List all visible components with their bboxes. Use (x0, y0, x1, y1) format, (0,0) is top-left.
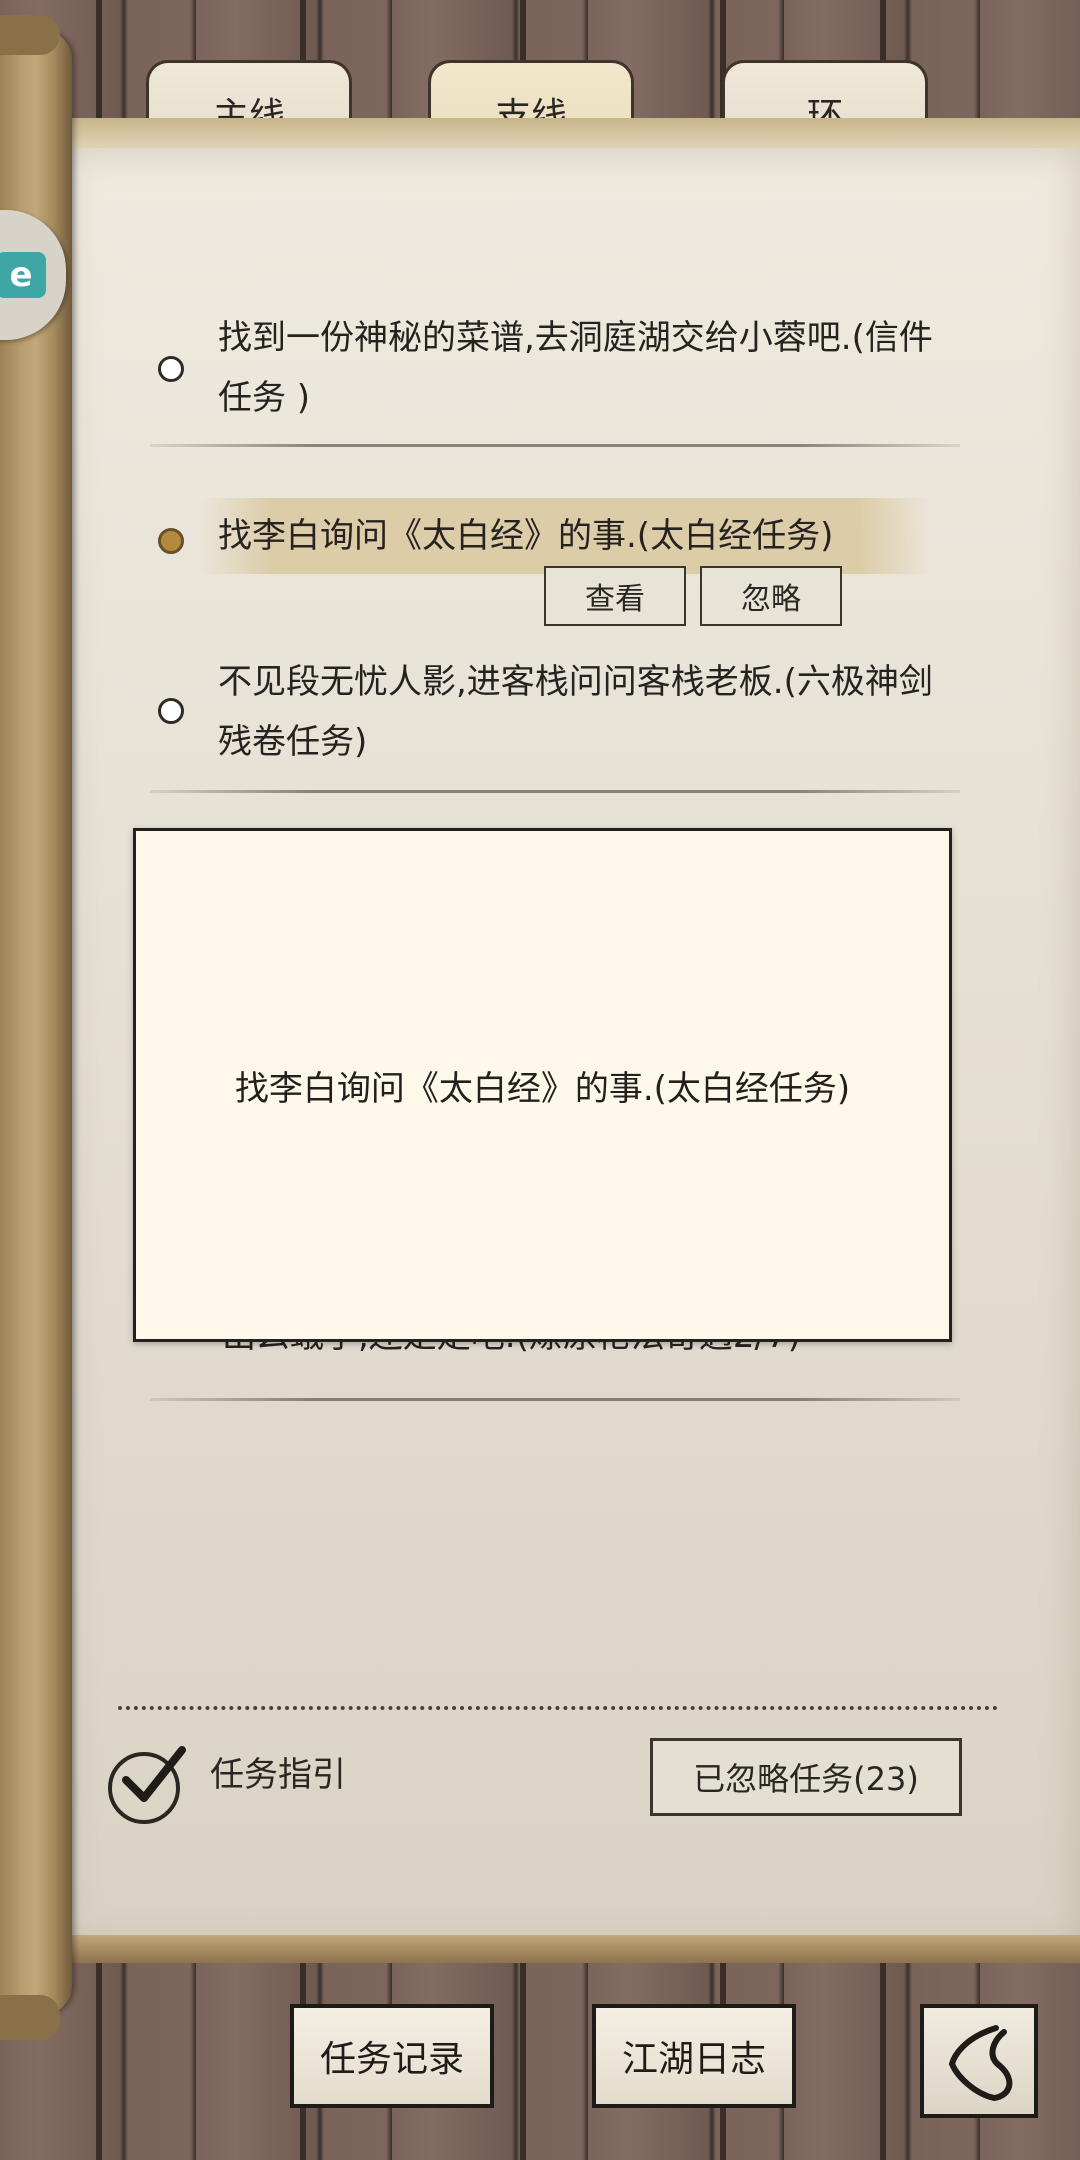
scroll-roller-cap (0, 15, 60, 55)
ignored-quests-button[interactable]: 已忽略任务(23) (650, 1738, 962, 1816)
back-button[interactable] (920, 2004, 1038, 2118)
quest-bullet-icon (158, 698, 184, 724)
dotted-divider (118, 1706, 998, 1710)
quest-guide-label: 任务指引 (210, 1755, 346, 1795)
view-quest-button[interactable]: 查看 (544, 566, 686, 626)
checkmark-icon (122, 1746, 186, 1802)
quest-text: 找到一份神秘的菜谱,去洞庭湖交给小蓉吧.(信件任务 ) (218, 318, 933, 418)
quest-text: 不见段无忧人影,进客栈问问客栈老板.(六极神剑残卷任务) (218, 662, 933, 762)
quest-text: 找李白询问《太白经》的事.(太白经任务) (218, 516, 834, 556)
jianghu-journal-button[interactable]: 江湖日志 (592, 2004, 796, 2108)
back-arrow-icon (949, 2025, 1013, 2101)
scroll-bottom-edge (62, 1935, 1080, 1963)
quest-bullet-icon (158, 356, 184, 382)
quest-divider (150, 790, 960, 793)
popup-text: 找李白询问《太白经》的事.(太白经任务) (234, 1068, 851, 1109)
ignore-quest-button[interactable]: 忽略 (700, 566, 842, 626)
scroll-roller-cap (0, 1995, 60, 2040)
quest-divider (150, 444, 960, 447)
quest-record-button[interactable]: 任务记录 (290, 2004, 494, 2108)
quest-bullet-active-icon (158, 528, 184, 554)
quest-detail-popup[interactable]: 找李白询问《太白经》的事.(太白经任务) (133, 828, 952, 1342)
quest-divider (150, 1398, 960, 1401)
badge-icon: e (0, 252, 46, 298)
